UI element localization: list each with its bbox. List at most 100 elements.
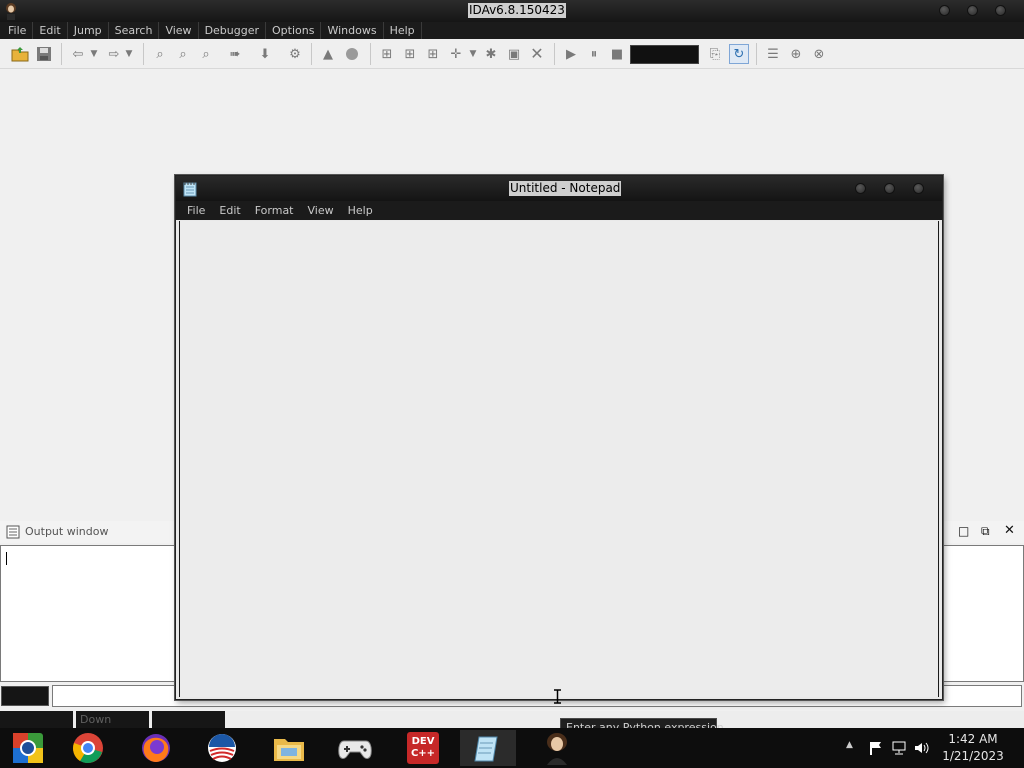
navigate-back-button[interactable]: ⇦ — [68, 44, 88, 64]
network-icon[interactable] — [891, 740, 907, 756]
notepad-menu-file[interactable]: File — [180, 201, 212, 220]
ida-window-title: IDAv6.8.150423 — [468, 3, 566, 18]
taskbar-firefox[interactable] — [128, 730, 184, 766]
menu-help[interactable]: Help — [384, 22, 422, 39]
breakpoint-list-button[interactable]: ☰ — [763, 44, 783, 64]
navigate-forward-button[interactable]: ⇨ — [104, 44, 124, 64]
refresh-button[interactable]: ↻ — [729, 44, 749, 64]
float-pane-icon[interactable]: ⧉ — [981, 524, 990, 539]
restore-pane-icon[interactable]: □ — [958, 524, 969, 538]
notepad-menu-format[interactable]: Format — [248, 201, 301, 220]
stop-icon: ■ — [610, 46, 624, 62]
jump-down-button[interactable]: ⬇ — [255, 44, 275, 64]
minimize-button[interactable] — [939, 5, 950, 16]
string-plus-icon: ⊞ — [427, 46, 439, 62]
notepad-maximize-button[interactable] — [884, 183, 895, 194]
menu-windows[interactable]: Windows — [321, 22, 384, 39]
status-cell-state: Down — [76, 711, 149, 728]
circle-icon — [346, 48, 358, 60]
folder-icon — [274, 739, 304, 761]
menu-search[interactable]: Search — [109, 22, 160, 39]
clock-time: 1:42 AM — [948, 732, 998, 746]
notepad-menu-bar: File Edit Format View Help — [176, 201, 942, 220]
taskbar-notepad[interactable] — [460, 730, 516, 766]
dev-cpp-label-bottom: C++ — [410, 748, 436, 759]
start-debugger-button[interactable]: ▶ — [561, 44, 581, 64]
clock[interactable]: 1:42 AM 1/21/2023 — [938, 731, 1008, 765]
find-next-button[interactable]: ➠ — [225, 44, 245, 64]
menu-file[interactable]: File — [2, 22, 34, 39]
attach-icon: ⎘ — [709, 46, 721, 62]
cross-icon: ✕ — [530, 44, 544, 63]
menu-edit[interactable]: Edit — [33, 22, 68, 39]
game-controller-icon — [338, 740, 372, 759]
chevron-down-icon: ▼ — [90, 48, 98, 59]
undefine-button[interactable]: ✕ — [527, 44, 547, 64]
breakpoint-button[interactable] — [342, 44, 362, 64]
back-history-dropdown[interactable]: ▼ — [87, 44, 101, 64]
open-folder-icon — [11, 47, 29, 62]
taskbar-chrome[interactable] — [60, 730, 116, 766]
taskbar-obama-app[interactable] — [194, 730, 250, 766]
enum-icon: ▣ — [507, 46, 521, 62]
ida-title-bar: IDAv6.8.150423 — [0, 0, 1024, 22]
delete-breakpoint-button[interactable]: ⊗ — [809, 44, 829, 64]
analysis-button[interactable]: ⚙ — [285, 44, 305, 64]
action-center-flag-icon[interactable] — [868, 740, 884, 756]
refresh-icon: ↻ — [733, 46, 745, 62]
notepad-close-button[interactable] — [913, 183, 924, 194]
open-file-button[interactable] — [10, 44, 30, 64]
close-pane-icon[interactable]: ✕ — [1004, 523, 1015, 538]
volume-icon[interactable] — [913, 740, 929, 756]
immediate-search-button[interactable]: ⌕ — [196, 44, 216, 64]
menu-jump[interactable]: Jump — [68, 22, 109, 39]
taskbar-game[interactable] — [327, 730, 383, 766]
status-bar: Down — [0, 711, 1024, 728]
save-disk-icon — [37, 47, 51, 61]
add-breakpoint-button[interactable]: ⊕ — [786, 44, 806, 64]
sequence-search-button[interactable]: ⌕ — [173, 44, 193, 64]
notepad-text-area[interactable] — [179, 221, 939, 697]
search-next-icon: ➠ — [229, 46, 241, 62]
notepad-menu-help[interactable]: Help — [341, 201, 380, 220]
forward-history-dropdown[interactable]: ▼ — [122, 44, 136, 64]
close-button[interactable] — [995, 5, 1006, 16]
start-button[interactable] — [0, 730, 56, 766]
obama-logo-icon — [208, 734, 236, 762]
stop-debugger-button[interactable]: ■ — [607, 44, 627, 64]
chrome-icon — [73, 733, 103, 764]
notepad-app-icon — [183, 182, 197, 197]
taskbar-file-explorer[interactable] — [261, 730, 317, 766]
save-button[interactable] — [34, 44, 54, 64]
make-code-button[interactable]: ⊞ — [377, 44, 397, 64]
text-caret — [6, 552, 7, 565]
text-search-button[interactable]: ⌕ — [150, 44, 170, 64]
make-string-button[interactable]: ⊞ — [423, 44, 443, 64]
notepad-menu-edit[interactable]: Edit — [212, 201, 247, 220]
notepad-menu-view[interactable]: View — [301, 201, 341, 220]
enum-button[interactable]: ▣ — [504, 44, 524, 64]
function-dropdown[interactable]: ▼ — [466, 44, 480, 64]
menu-debugger[interactable]: Debugger — [199, 22, 267, 39]
make-function-button[interactable]: ✛ — [446, 44, 466, 64]
chevron-down-icon: ▼ — [469, 48, 477, 59]
taskbar-ida[interactable] — [529, 730, 585, 766]
menu-options[interactable]: Options — [266, 22, 322, 39]
arrow-left-icon: ⇦ — [72, 46, 84, 62]
menu-view[interactable]: View — [159, 22, 199, 39]
command-language-button[interactable] — [1, 686, 49, 706]
start-orb-icon — [13, 733, 43, 763]
maximize-button[interactable] — [967, 5, 978, 16]
dev-cpp-icon: DEV C++ — [407, 732, 439, 764]
pause-debugger-button[interactable]: ⏸ — [584, 44, 604, 64]
taskbar-dev-cpp[interactable]: DEV C++ — [395, 730, 451, 766]
binoculars-hex-icon: ⌕ — [179, 46, 187, 62]
graph-view-button[interactable]: ▲ — [318, 44, 338, 64]
make-data-button[interactable]: ⊞ — [400, 44, 420, 64]
notepad-minimize-button[interactable] — [855, 183, 866, 194]
pause-icon: ⏸ — [590, 46, 598, 62]
struct-button[interactable]: ✱ — [481, 44, 501, 64]
show-hidden-icons-icon[interactable]: ▲ — [846, 740, 862, 756]
debugger-select[interactable] — [630, 45, 699, 64]
attach-process-button[interactable]: ⎘ — [705, 44, 725, 64]
